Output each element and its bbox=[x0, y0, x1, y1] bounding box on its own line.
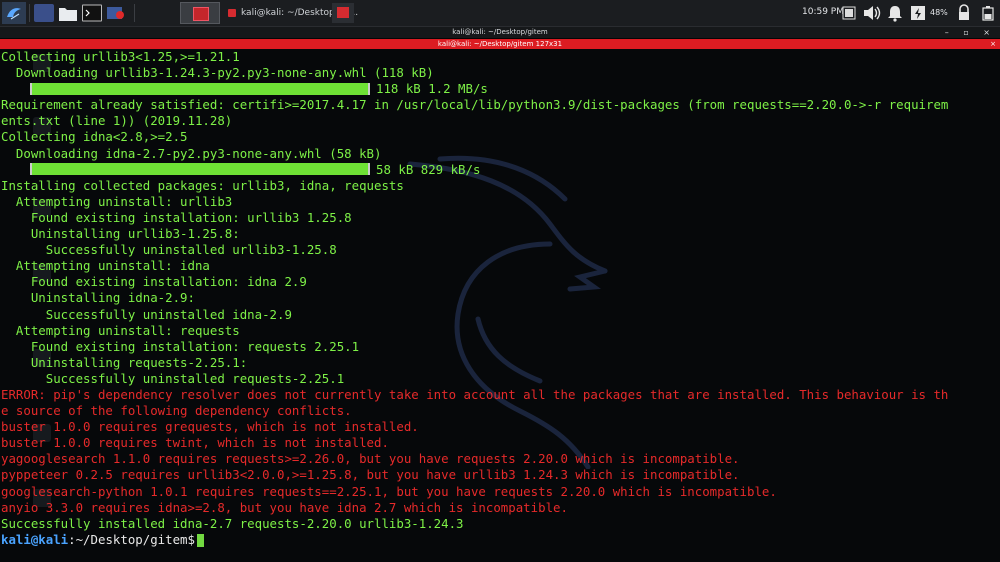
line-text: e source of the following dependency con… bbox=[1, 403, 352, 419]
output-line: Downloading urllib3-1.24.3-py2.py3-none-… bbox=[1, 65, 948, 81]
line-text: pyppeteer 0.2.5 requires urllib3<2.0.0,>… bbox=[1, 467, 740, 483]
error-line: buster 1.0.0 requires twint, which is no… bbox=[1, 435, 948, 451]
line-text: anyio 3.3.0 requires idna>=2.8, but you … bbox=[1, 499, 568, 515]
output-line: Successfully uninstalled idna-2.9 bbox=[1, 307, 948, 323]
error-line: buster 1.0.0 requires grequests, which i… bbox=[1, 419, 948, 435]
line-text: Attempting uninstall: urllib3 bbox=[1, 193, 233, 209]
progress-line: 118 kB 1.2 MB/s bbox=[1, 81, 948, 97]
line-text: Successfully uninstalled urllib3-1.25.8 bbox=[1, 242, 337, 258]
shell-prompt[interactable]: kali@kali:~/Desktop/gitem$ bbox=[1, 532, 948, 548]
clock[interactable]: 10:59 PM bbox=[802, 7, 844, 17]
terminal-tab[interactable]: kali@kali: ~/Desktop/gitem 127x31 × bbox=[0, 39, 1000, 49]
taskbar-window-2[interactable] bbox=[332, 3, 354, 23]
output-line: Collecting idna<2.8,>=2.5 bbox=[1, 129, 948, 145]
output-line: Uninstalling urllib3-1.25.8: bbox=[1, 226, 948, 242]
output-line: Successfully uninstalled urllib3-1.25.8 bbox=[1, 242, 948, 258]
battery-icon[interactable] bbox=[980, 4, 996, 22]
line-text: Requirement already satisfied: certifi>=… bbox=[1, 97, 949, 113]
progress-line: 58 kB 829 kB/s bbox=[1, 162, 948, 178]
output-line: Requirement already satisfied: certifi>=… bbox=[1, 97, 948, 113]
output-line: Attempting uninstall: urllib3 bbox=[1, 194, 948, 210]
desktop-icon[interactable] bbox=[34, 4, 54, 22]
output-line: ents.txt (line 1)) (2019.11.28) bbox=[1, 113, 948, 129]
output-line: Successfully installed idna-2.7 requests… bbox=[1, 516, 948, 532]
line-text: ERROR: pip's dependency resolver does no… bbox=[1, 386, 949, 402]
line-text: Attempting uninstall: requests bbox=[1, 322, 240, 338]
line-text: Uninstalling idna-2.9: bbox=[1, 290, 195, 306]
error-line: anyio 3.3.0 requires idna>=2.8, but you … bbox=[1, 500, 948, 516]
window-titlebar[interactable]: kali@kali: ~/Desktop/gitem – ▫ × bbox=[0, 27, 1000, 38]
output-line: Uninstalling idna-2.9: bbox=[1, 290, 948, 306]
output-line: Installing collected packages: urllib3, … bbox=[1, 178, 948, 194]
line-text: Downloading idna-2.7-py2.py3-none-any.wh… bbox=[1, 145, 382, 161]
battery-level: 48% bbox=[930, 8, 948, 17]
line-text: ents.txt (line 1)) (2019.11.28) bbox=[1, 113, 233, 129]
output-line: Successfully uninstalled requests-2.25.1 bbox=[1, 371, 948, 387]
terminal-app-icon bbox=[337, 7, 349, 18]
screen-recorder-icon[interactable] bbox=[106, 4, 126, 22]
output-line: Uninstalling requests-2.25.1: bbox=[1, 355, 948, 371]
line-text: Collecting urllib3<1.25,>=1.21.1 bbox=[1, 49, 240, 64]
window-title: kali@kali: ~/Desktop/gitem bbox=[452, 28, 548, 36]
progress-bar bbox=[30, 163, 370, 176]
kali-menu-icon[interactable] bbox=[2, 2, 26, 24]
terminal-output[interactable]: Collecting urllib3<1.25,>=1.21.1 Downloa… bbox=[0, 49, 1000, 562]
terminal-icon[interactable] bbox=[82, 4, 102, 22]
prompt-path: :~/Desktop/gitem$ bbox=[68, 531, 195, 547]
close-tab-icon[interactable]: × bbox=[990, 39, 996, 49]
speaker-icon[interactable] bbox=[862, 4, 882, 22]
notification-bell-icon[interactable] bbox=[886, 4, 904, 22]
line-text: Attempting uninstall: idna bbox=[1, 258, 210, 274]
line-text: buster 1.0.0 requires twint, which is no… bbox=[1, 435, 389, 451]
lock-icon[interactable] bbox=[956, 4, 972, 22]
cursor bbox=[196, 533, 204, 547]
line-text: Successfully uninstalled idna-2.9 bbox=[1, 306, 292, 322]
terminal-lines: Collecting urllib3<1.25,>=1.21.1 Downloa… bbox=[1, 49, 948, 548]
panel-separator bbox=[29, 4, 30, 22]
panel-separator bbox=[134, 4, 135, 22]
line-text: 58 kB 829 kB/s bbox=[376, 161, 481, 177]
output-line: Found existing installation: requests 2.… bbox=[1, 339, 948, 355]
line-text: Successfully installed idna-2.7 requests… bbox=[1, 515, 464, 531]
power-icon[interactable] bbox=[910, 4, 926, 22]
line-text: Found existing installation: idna 2.9 bbox=[1, 274, 307, 290]
window-controls[interactable]: – ▫ × bbox=[945, 27, 996, 38]
error-line: ERROR: pip's dependency resolver does no… bbox=[1, 387, 948, 403]
tab-title: kali@kali: ~/Desktop/gitem 127x31 bbox=[437, 40, 563, 48]
prompt-user: kali@kali bbox=[1, 531, 69, 547]
output-line: Collecting urllib3<1.25,>=1.21.1 bbox=[1, 49, 948, 65]
line-text: Collecting idna<2.8,>=2.5 bbox=[1, 129, 188, 145]
output-line: Attempting uninstall: idna bbox=[1, 258, 948, 274]
line-text: Downloading urllib3-1.24.3-py2.py3-none-… bbox=[1, 65, 434, 81]
line-text: Installing collected packages: urllib3, … bbox=[1, 177, 404, 193]
output-line: Attempting uninstall: requests bbox=[1, 323, 948, 339]
error-line: e source of the following dependency con… bbox=[1, 403, 948, 419]
line-text: Uninstalling requests-2.25.1: bbox=[1, 354, 248, 370]
error-line: pyppeteer 0.2.5 requires urllib3<2.0.0,>… bbox=[1, 467, 948, 483]
error-line: googlesearch-python 1.0.1 requires reque… bbox=[1, 484, 948, 500]
workspace-icon[interactable] bbox=[842, 4, 856, 22]
line-text: buster 1.0.0 requires grequests, which i… bbox=[1, 419, 419, 435]
line-text: Found existing installation: urllib3 1.2… bbox=[1, 209, 352, 225]
terminal-app-icon bbox=[228, 9, 236, 17]
line-text: yagooglesearch 1.1.0 requires requests>=… bbox=[1, 451, 740, 467]
line-text: Successfully uninstalled requests-2.25.1 bbox=[1, 370, 345, 386]
line-text: googlesearch-python 1.0.1 requires reque… bbox=[1, 483, 777, 499]
line-text: Found existing installation: requests 2.… bbox=[1, 338, 360, 354]
workspace-icon bbox=[193, 7, 209, 21]
output-line: Found existing installation: urllib3 1.2… bbox=[1, 210, 948, 226]
output-line: Downloading idna-2.7-py2.py3-none-any.wh… bbox=[1, 146, 948, 162]
progress-bar bbox=[30, 82, 370, 95]
folder-icon[interactable] bbox=[58, 4, 78, 22]
error-line: yagooglesearch 1.1.0 requires requests>=… bbox=[1, 451, 948, 467]
line-text: Uninstalling urllib3-1.25.8: bbox=[1, 226, 240, 242]
top-panel: kali@kali: ~/Desktop/git... 10:59 PM 48% bbox=[0, 0, 1000, 27]
output-line: Found existing installation: idna 2.9 bbox=[1, 274, 948, 290]
line-text: 118 kB 1.2 MB/s bbox=[376, 81, 488, 97]
workspace-switcher[interactable] bbox=[180, 2, 220, 24]
